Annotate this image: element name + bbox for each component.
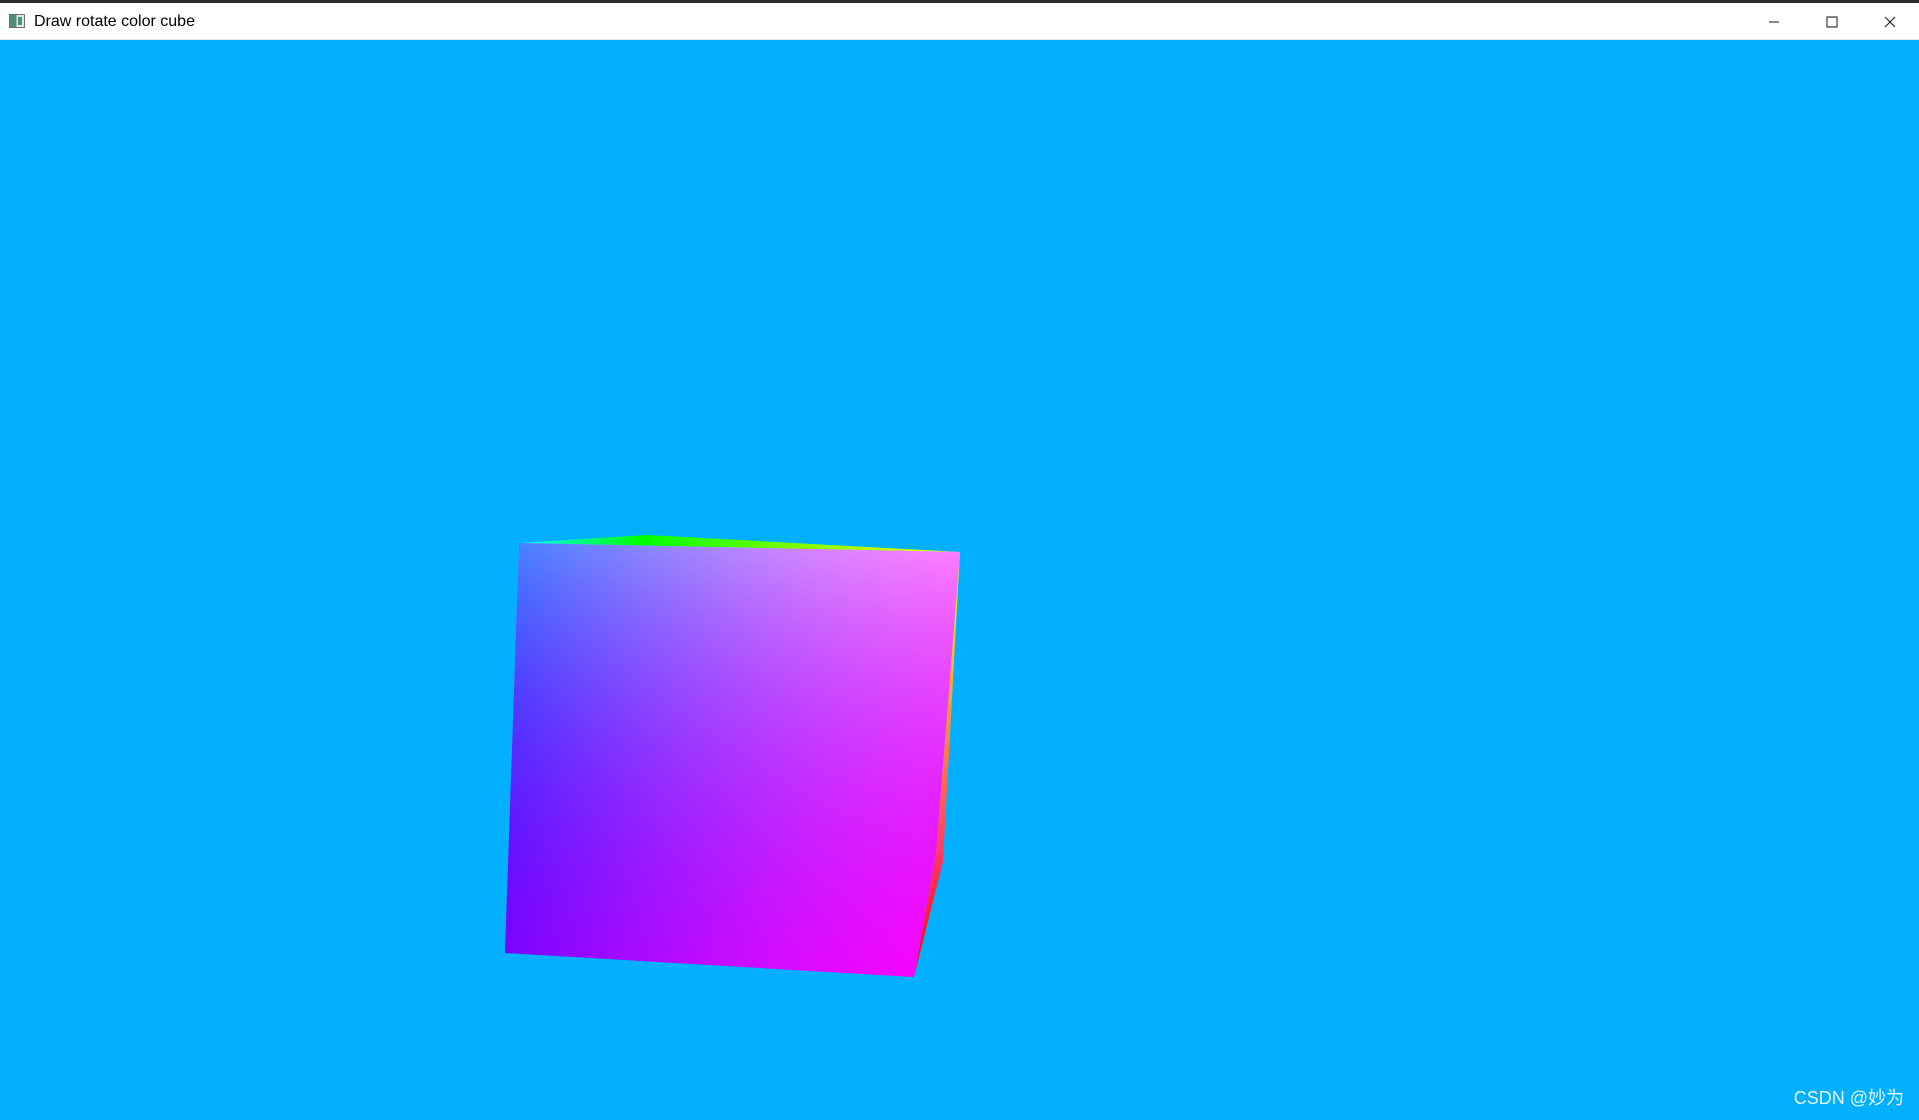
- maximize-button[interactable]: [1803, 3, 1861, 40]
- minimize-button[interactable]: [1745, 3, 1803, 40]
- minimize-icon: [1769, 21, 1779, 22]
- app-window-icon: [9, 14, 25, 28]
- window-title: Draw rotate color cube: [34, 13, 195, 30]
- close-icon: [1884, 16, 1896, 27]
- cube-front-face-magenta: [505, 543, 960, 977]
- title-bar[interactable]: Draw rotate color cube: [0, 3, 1919, 40]
- close-button[interactable]: [1861, 3, 1919, 40]
- application-window: Draw rotate color cube CSDN @妙为: [0, 0, 1919, 1120]
- maximize-icon: [1826, 16, 1838, 27]
- watermark: CSDN @妙为: [1793, 1088, 1904, 1108]
- render-viewport[interactable]: CSDN @妙为: [0, 40, 1919, 1120]
- color-cube: [505, 535, 960, 977]
